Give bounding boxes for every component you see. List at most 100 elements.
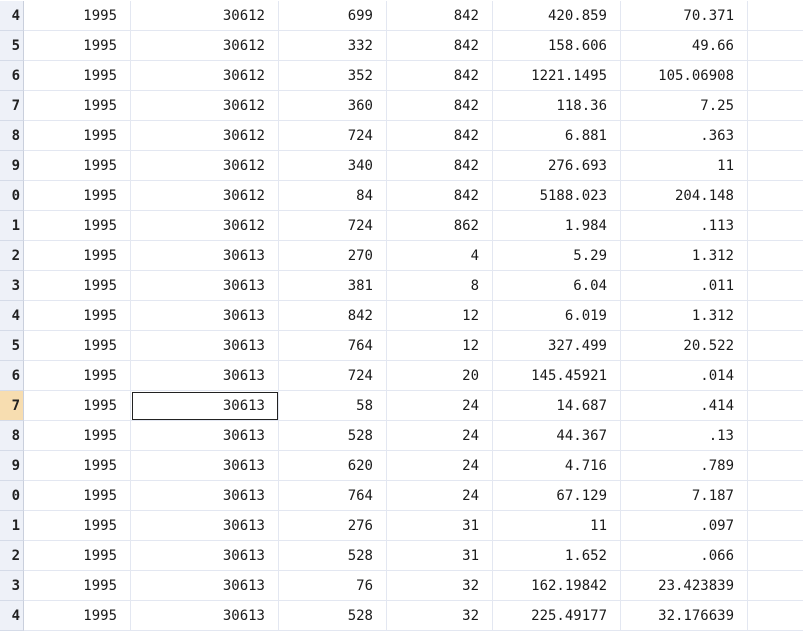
table-cell[interactable]: .097 (621, 511, 748, 541)
table-cell[interactable]: .066 (621, 541, 748, 571)
table-cell[interactable]: 352 (279, 61, 387, 91)
table-cell[interactable]: 145.45921 (493, 361, 621, 391)
table-cell[interactable]: 1995 (24, 391, 131, 421)
empty-cell[interactable] (748, 421, 803, 451)
row-header[interactable]: 5 (0, 31, 24, 61)
table-cell[interactable]: 327.499 (493, 331, 621, 361)
table-cell[interactable]: 5.29 (493, 241, 621, 271)
table-cell[interactable]: 1995 (24, 451, 131, 481)
table-cell[interactable]: 724 (279, 211, 387, 241)
table-cell[interactable]: .13 (621, 421, 748, 451)
table-cell[interactable]: 30612 (131, 121, 279, 151)
empty-cell[interactable] (748, 91, 803, 121)
table-cell[interactable]: 842 (387, 91, 493, 121)
table-cell[interactable]: 6.019 (493, 301, 621, 331)
table-cell[interactable]: 30612 (131, 211, 279, 241)
table-cell[interactable]: 1995 (24, 241, 131, 271)
table-cell[interactable]: 31 (387, 511, 493, 541)
table-cell[interactable]: 58 (279, 391, 387, 421)
table-cell[interactable]: 30613 (131, 511, 279, 541)
table-cell[interactable]: 30613 (131, 541, 279, 571)
table-cell[interactable]: 1995 (24, 211, 131, 241)
table-cell[interactable]: 67.129 (493, 481, 621, 511)
empty-cell[interactable] (748, 541, 803, 571)
empty-cell[interactable] (748, 301, 803, 331)
table-cell[interactable]: 340 (279, 151, 387, 181)
table-cell[interactable]: 1995 (24, 331, 131, 361)
table-cell[interactable]: 30612 (131, 151, 279, 181)
table-cell[interactable]: 30612 (131, 91, 279, 121)
row-header[interactable]: 4 (0, 301, 24, 331)
table-cell[interactable]: 360 (279, 91, 387, 121)
table-cell[interactable]: 4 (387, 241, 493, 271)
table-cell[interactable]: 30613 (131, 331, 279, 361)
table-cell[interactable]: 20 (387, 361, 493, 391)
table-cell[interactable]: 11 (493, 511, 621, 541)
table-cell[interactable]: 5188.023 (493, 181, 621, 211)
table-cell[interactable]: .414 (621, 391, 748, 421)
table-cell[interactable]: .011 (621, 271, 748, 301)
table-cell[interactable]: 1.652 (493, 541, 621, 571)
row-header[interactable]: 8 (0, 421, 24, 451)
table-cell[interactable]: 6.881 (493, 121, 621, 151)
table-cell[interactable]: 30613 (131, 241, 279, 271)
table-cell[interactable]: 699 (279, 1, 387, 31)
empty-cell[interactable] (748, 121, 803, 151)
table-cell[interactable]: 30613 (131, 391, 279, 421)
row-header[interactable]: 0 (0, 481, 24, 511)
row-header[interactable]: 4 (0, 601, 24, 631)
row-header[interactable]: 0 (0, 181, 24, 211)
table-cell[interactable]: 1995 (24, 601, 131, 631)
table-cell[interactable]: 862 (387, 211, 493, 241)
row-header[interactable]: 3 (0, 571, 24, 601)
table-cell[interactable]: 764 (279, 481, 387, 511)
table-cell[interactable]: 23.423839 (621, 571, 748, 601)
table-cell[interactable]: 105.06908 (621, 61, 748, 91)
empty-cell[interactable] (748, 601, 803, 631)
row-header[interactable]: 2 (0, 241, 24, 271)
table-cell[interactable]: 30613 (131, 451, 279, 481)
table-cell[interactable]: 332 (279, 31, 387, 61)
empty-cell[interactable] (748, 481, 803, 511)
table-cell[interactable]: 276 (279, 511, 387, 541)
row-header[interactable]: 3 (0, 271, 24, 301)
table-cell[interactable]: 724 (279, 361, 387, 391)
row-header[interactable]: 1 (0, 511, 24, 541)
row-header[interactable]: 7 (0, 91, 24, 121)
table-cell[interactable]: 1995 (24, 511, 131, 541)
table-cell[interactable]: 1995 (24, 151, 131, 181)
row-header[interactable]: 8 (0, 121, 24, 151)
table-cell[interactable]: 1995 (24, 361, 131, 391)
table-cell[interactable]: 620 (279, 451, 387, 481)
empty-cell[interactable] (748, 241, 803, 271)
empty-cell[interactable] (748, 151, 803, 181)
row-header[interactable]: 7 (0, 391, 24, 421)
table-cell[interactable]: 31 (387, 541, 493, 571)
table-cell[interactable]: 14.687 (493, 391, 621, 421)
table-cell[interactable]: 842 (387, 61, 493, 91)
empty-cell[interactable] (748, 451, 803, 481)
table-cell[interactable]: 1995 (24, 1, 131, 31)
table-cell[interactable]: 270 (279, 241, 387, 271)
table-cell[interactable]: 1995 (24, 181, 131, 211)
table-cell[interactable]: 162.19842 (493, 571, 621, 601)
table-cell[interactable]: 842 (387, 121, 493, 151)
table-cell[interactable]: 1995 (24, 271, 131, 301)
table-cell[interactable]: 30612 (131, 1, 279, 31)
table-cell[interactable]: 1.984 (493, 211, 621, 241)
table-cell[interactable]: 76 (279, 571, 387, 601)
table-cell[interactable]: 30613 (131, 421, 279, 451)
table-cell[interactable]: .014 (621, 361, 748, 391)
table-cell[interactable]: 1995 (24, 571, 131, 601)
table-cell[interactable]: 1221.1495 (493, 61, 621, 91)
row-header[interactable]: 9 (0, 151, 24, 181)
empty-cell[interactable] (748, 1, 803, 31)
table-cell[interactable]: 32.176639 (621, 601, 748, 631)
table-cell[interactable]: 528 (279, 541, 387, 571)
table-cell[interactable]: 20.522 (621, 331, 748, 361)
table-cell[interactable]: 84 (279, 181, 387, 211)
empty-cell[interactable] (748, 61, 803, 91)
table-cell[interactable]: 30612 (131, 181, 279, 211)
empty-cell[interactable] (748, 31, 803, 61)
empty-cell[interactable] (748, 361, 803, 391)
